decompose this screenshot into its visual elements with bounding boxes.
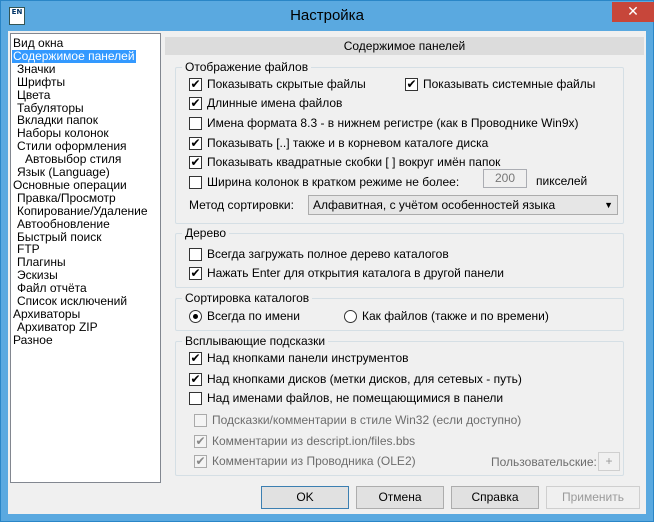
tooltip-toolbar-label: Над кнопками панели инструментов bbox=[207, 351, 409, 365]
tree-item[interactable]: Содержимое панелей bbox=[12, 49, 136, 63]
sort-by-name-radio[interactable] bbox=[189, 310, 202, 323]
square-brackets-checkbox[interactable]: ✔ bbox=[189, 156, 202, 169]
add-custom-tooltip-button[interactable]: + bbox=[598, 452, 620, 471]
tooltip-toolbar-checkbox[interactable]: ✔ bbox=[189, 352, 202, 365]
explorer-comments-checkbox[interactable]: ✔ bbox=[194, 455, 207, 468]
tooltip-long-names-label: Над именами файлов, не помещающимися в п… bbox=[207, 391, 504, 405]
load-full-tree-checkbox[interactable] bbox=[189, 248, 202, 261]
apply-button[interactable]: Применить bbox=[546, 486, 640, 509]
tree-item[interactable]: Архиватор ZIP bbox=[17, 320, 98, 334]
sort-by-name-label: Всегда по имени bbox=[207, 309, 300, 323]
tree-item[interactable]: Основные операции bbox=[13, 178, 127, 192]
group-title: Сортировка каталогов bbox=[182, 291, 313, 305]
tree-item[interactable]: Значки bbox=[17, 62, 56, 76]
show-hidden-checkbox[interactable]: ✔ bbox=[189, 78, 202, 91]
ok-button[interactable]: OK bbox=[261, 486, 349, 509]
column-width-unit: пикселей bbox=[536, 174, 588, 188]
tree-item[interactable]: Цвета bbox=[17, 88, 50, 102]
panel-header: Содержимое панелей bbox=[165, 37, 644, 55]
column-width-label: Ширина колонок в кратком режиме не более… bbox=[207, 175, 460, 189]
sort-like-files-radio[interactable] bbox=[344, 310, 357, 323]
custom-tooltips-label: Пользовательские: bbox=[491, 455, 597, 469]
explorer-comments-label: Комментарии из Проводника (OLE2) bbox=[212, 454, 416, 468]
enter-other-panel-label: Нажать Enter для открытия каталога в дру… bbox=[207, 266, 504, 280]
group-title: Отображение файлов bbox=[182, 60, 312, 74]
close-button[interactable]: ✕ bbox=[612, 2, 654, 22]
column-width-checkbox[interactable] bbox=[189, 176, 202, 189]
settings-tree[interactable]: Вид окна Содержимое панелей Значки Шрифты Цв… bbox=[10, 33, 161, 483]
enter-other-panel-checkbox[interactable]: ✔ bbox=[189, 267, 202, 280]
long-names-label: Длинные имена файлов bbox=[207, 96, 343, 110]
group-title: Дерево bbox=[182, 226, 230, 240]
tree-item[interactable]: Правка/Просмотр bbox=[17, 191, 116, 205]
sort-method-label: Метод сортировки: bbox=[189, 198, 294, 212]
window-title: Настройка bbox=[290, 7, 364, 24]
show-system-label: Показывать системные файлы bbox=[423, 77, 596, 91]
cancel-button[interactable]: Отмена bbox=[356, 486, 444, 509]
tree-item[interactable]: Шрифты bbox=[17, 75, 65, 89]
sort-method-select[interactable]: Алфавитная, с учётом особенностей языка … bbox=[308, 195, 618, 215]
win32-style-label: Подсказки/комментарии в стиле Win32 (есл… bbox=[212, 413, 522, 427]
tooltip-long-names-checkbox[interactable] bbox=[189, 392, 202, 405]
tree-item[interactable]: Копирование/Удаление bbox=[17, 204, 148, 218]
show-system-checkbox[interactable]: ✔ bbox=[405, 78, 418, 91]
tooltip-drives-checkbox[interactable]: ✔ bbox=[189, 373, 202, 386]
show-updir-root-label: Показывать [..] также и в корневом катал… bbox=[207, 136, 489, 150]
group-title: Всплывающие подсказки bbox=[182, 334, 329, 348]
descript-ion-label: Комментарии из descript.ion/files.bbs bbox=[212, 434, 416, 448]
tree-item[interactable]: Автообновление bbox=[17, 217, 110, 231]
show-hidden-label: Показывать скрытые файлы bbox=[207, 77, 366, 91]
chevron-down-icon: ▼ bbox=[604, 200, 613, 210]
tree-item[interactable]: Архиваторы bbox=[13, 307, 80, 321]
column-width-input[interactable]: 200 bbox=[483, 169, 527, 188]
long-names-checkbox[interactable]: ✔ bbox=[189, 97, 202, 110]
win32-style-checkbox[interactable] bbox=[194, 414, 207, 427]
show-updir-root-checkbox[interactable]: ✔ bbox=[189, 137, 202, 150]
sort-like-files-label: Как файлов (также и по времени) bbox=[362, 309, 549, 323]
descript-ion-checkbox[interactable]: ✔ bbox=[194, 435, 207, 448]
tree-item[interactable]: Разное bbox=[13, 333, 53, 347]
title-bar[interactable]: EN Настройка ✕ bbox=[1, 1, 654, 31]
tooltip-drives-label: Над кнопками дисков (метки дисков, для с… bbox=[207, 372, 522, 386]
square-brackets-label: Показывать квадратные скобки [ ] вокруг … bbox=[207, 155, 501, 169]
settings-window: EN Настройка ✕ Вид окна Содержимое панеле… bbox=[0, 0, 654, 522]
load-full-tree-label: Всегда загружать полное дерево каталогов bbox=[207, 247, 449, 261]
lowercase-83-checkbox[interactable] bbox=[189, 117, 202, 130]
lowercase-83-label: Имена формата 8.3 - в нижнем регистре (к… bbox=[207, 116, 579, 130]
sort-method-value: Алфавитная, с учётом особенностей языка bbox=[313, 198, 556, 212]
help-button[interactable]: Справка bbox=[451, 486, 539, 509]
radio-dot bbox=[193, 314, 198, 319]
dialog-client: Вид окна Содержимое панелей Значки Шрифты Цв… bbox=[8, 31, 646, 514]
